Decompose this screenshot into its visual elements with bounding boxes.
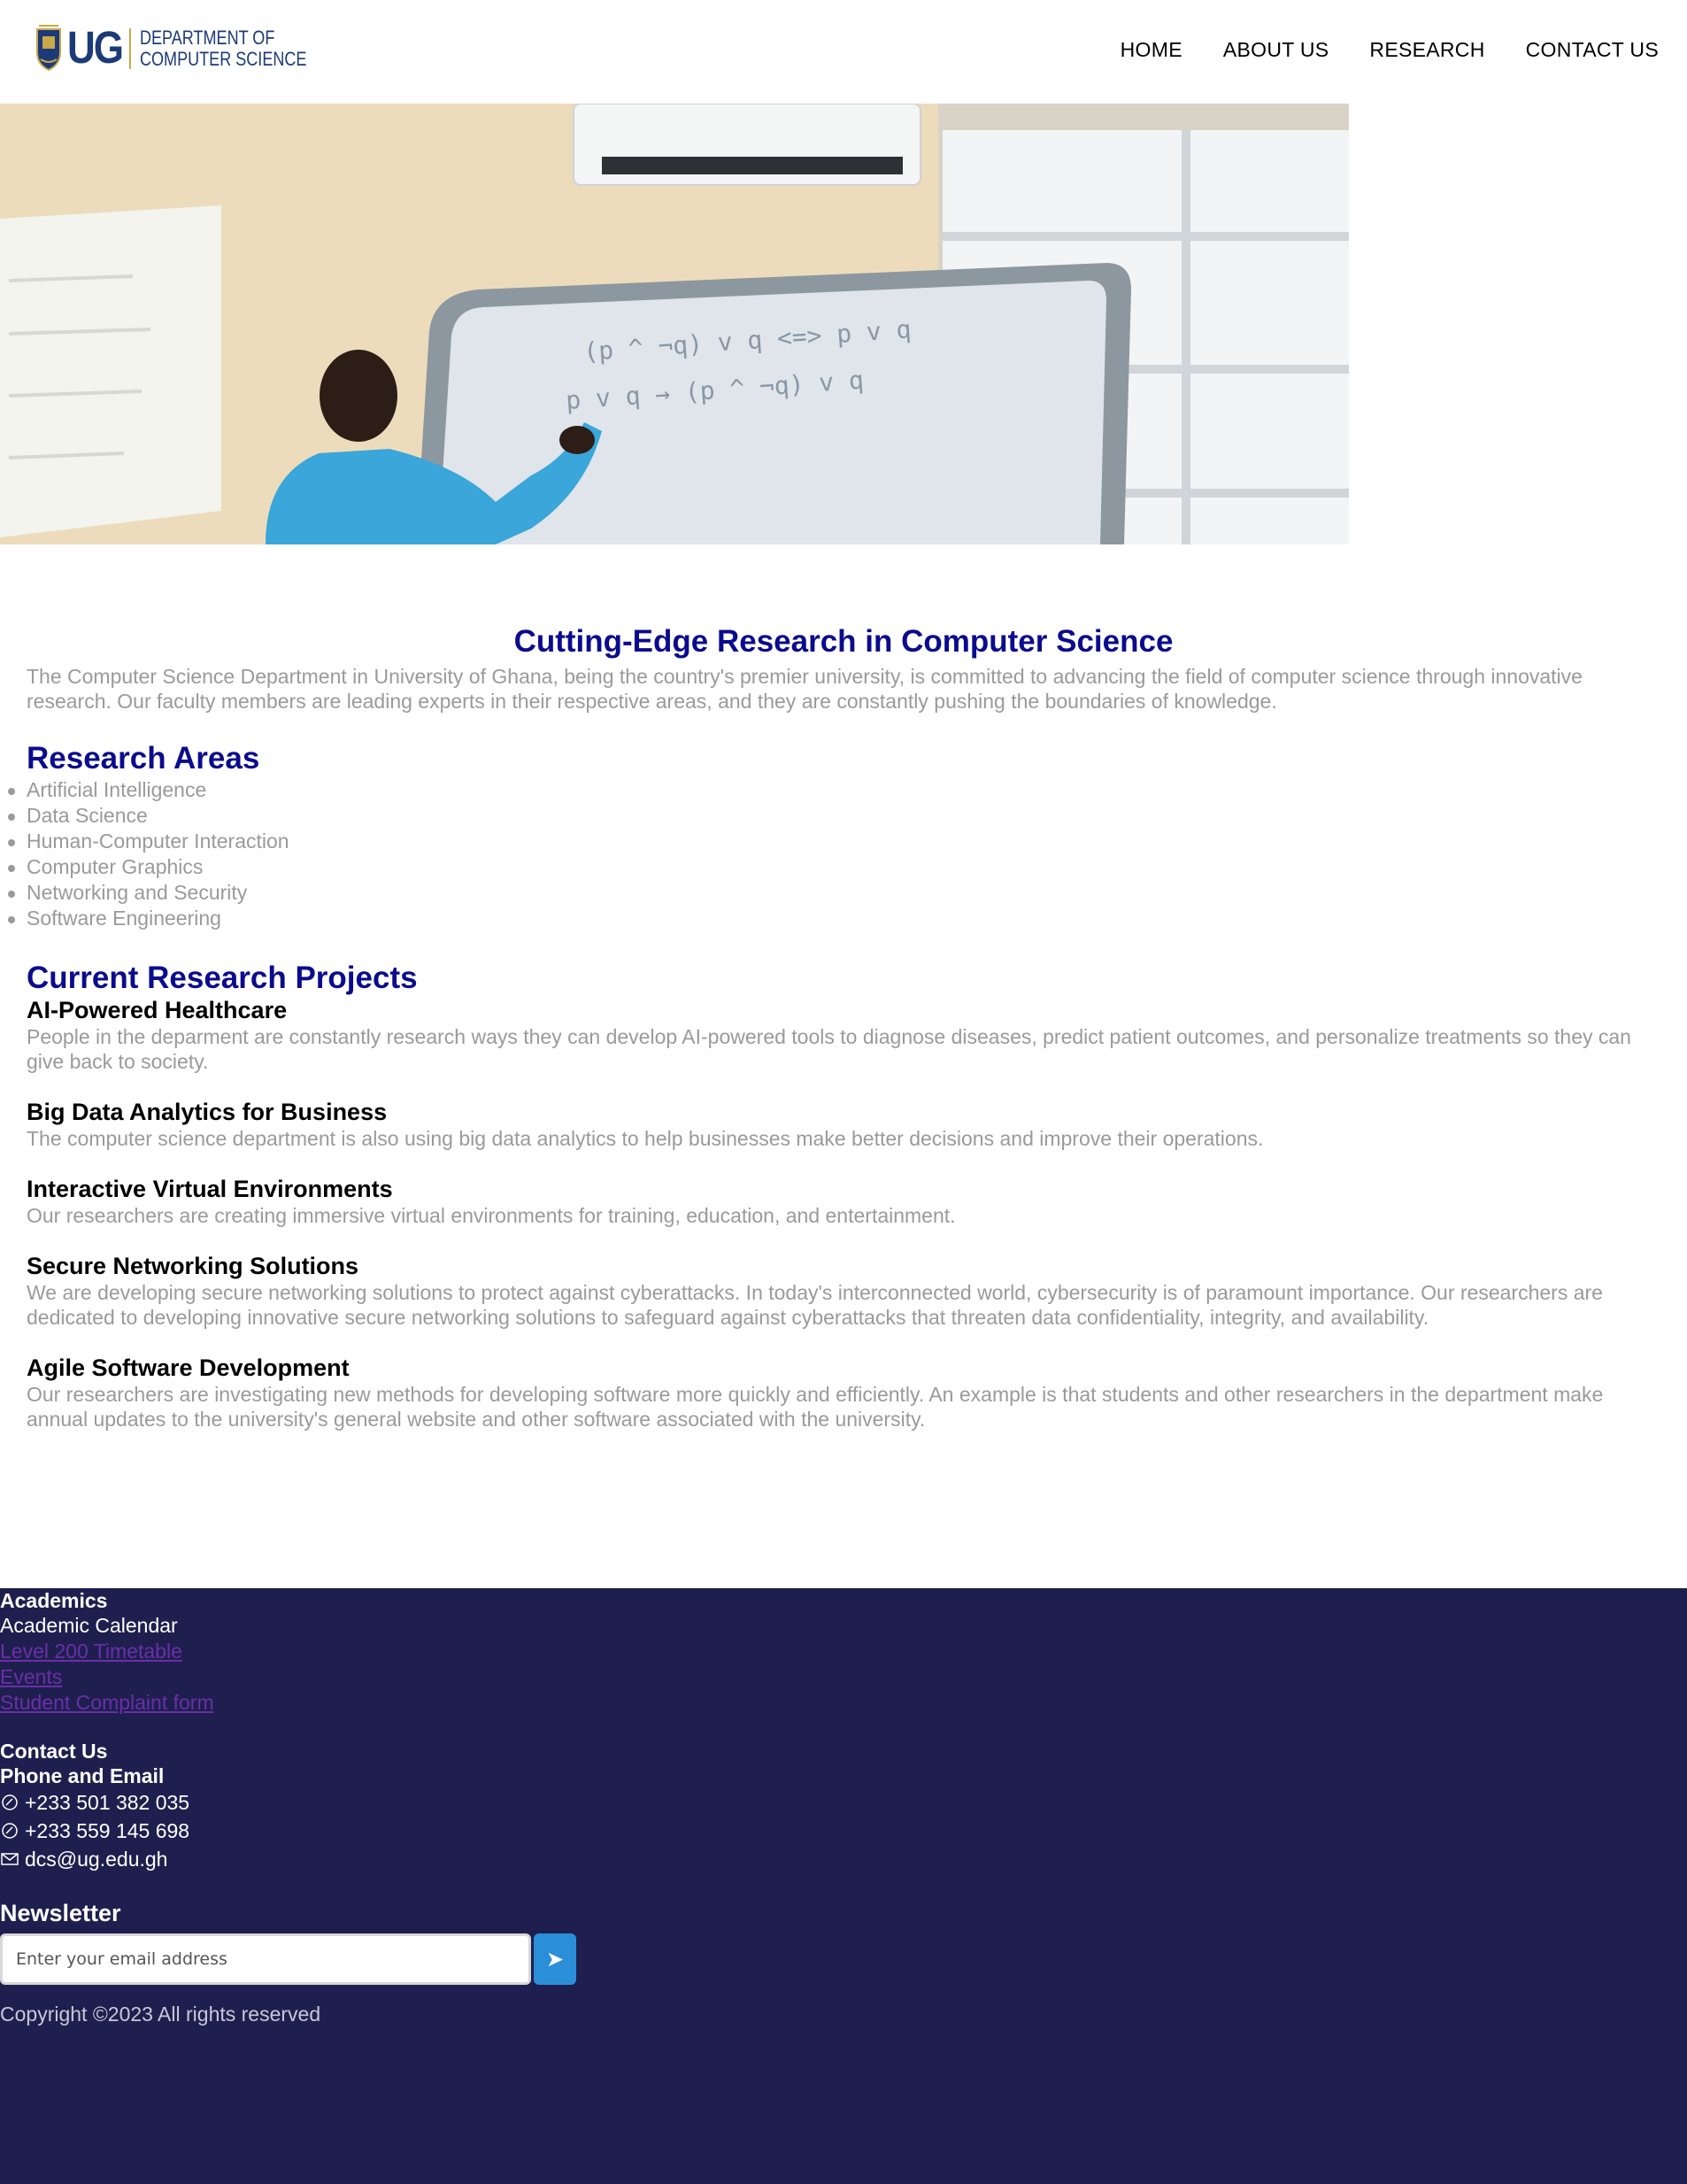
newsletter-email-input[interactable] bbox=[0, 1933, 531, 1985]
project-title: Agile Software Development bbox=[27, 1354, 350, 1381]
project-description: Our researchers are creating immersive v… bbox=[27, 1204, 956, 1227]
research-areas-title: Research Areas bbox=[27, 741, 260, 776]
project-description: People in the deparment are constantly r… bbox=[27, 1025, 1631, 1073]
academic-calendar-label: Academic Calendar bbox=[0, 1614, 178, 1637]
project-item: Interactive Virtual Environments Our res… bbox=[27, 1176, 1652, 1228]
hero-image: (p ^ ¬q) v q <=> p v q p v q → (p ^ ¬q) … bbox=[0, 104, 1349, 544]
phone-number: +233 559 145 698 bbox=[25, 1819, 190, 1842]
phone-email-title: Phone and Email bbox=[0, 1764, 165, 1787]
events-link[interactable]: Events bbox=[0, 1664, 214, 1690]
logo-divider bbox=[129, 28, 131, 69]
email-address: dcs@ug.edu.gh bbox=[25, 1848, 168, 1871]
newsletter-form: ➤ bbox=[0, 1933, 576, 1985]
research-area-item: Data Science bbox=[8, 803, 1687, 829]
send-icon: ➤ bbox=[545, 1947, 565, 1972]
site-header: UG DEPARTMENT OF COMPUTER SCIENCE HOME A… bbox=[0, 0, 1687, 104]
contact-section: Contact Us Phone and Email +233 501 382 … bbox=[0, 1739, 189, 1873]
newsletter-submit-button[interactable]: ➤ bbox=[534, 1933, 576, 1985]
project-description: We are developing secure networking solu… bbox=[27, 1281, 1603, 1329]
logo-text: DEPARTMENT OF COMPUTER SCIENCE bbox=[140, 27, 306, 70]
nav-research[interactable]: RESEARCH bbox=[1369, 38, 1484, 62]
main-nav: HOME ABOUT US RESEARCH CONTACT US bbox=[1121, 38, 1659, 62]
site-footer: Academics Academic Calendar Level 200 Ti… bbox=[0, 1588, 1687, 2184]
page-title: Cutting-Edge Research in Computer Scienc… bbox=[513, 624, 1174, 659]
research-area-item: Software Engineering bbox=[8, 906, 1687, 931]
project-title: AI-Powered Healthcare bbox=[27, 997, 288, 1023]
project-title: Secure Networking Solutions bbox=[27, 1253, 359, 1279]
student-complaint-form-link[interactable]: Student Complaint form bbox=[0, 1690, 214, 1716]
phone-row: +233 501 382 035 bbox=[0, 1788, 189, 1817]
mail-icon bbox=[0, 1849, 19, 1869]
project-description: Our researchers are investigating new me… bbox=[27, 1383, 1604, 1431]
project-description: The computer science department is also … bbox=[27, 1127, 1264, 1150]
project-title: Big Data Analytics for Business bbox=[27, 1099, 388, 1125]
phone-number: +233 501 382 035 bbox=[25, 1791, 190, 1814]
phone-icon bbox=[0, 1793, 19, 1812]
research-area-item: Human-Computer Interaction bbox=[8, 829, 1687, 854]
research-projects-section: Current Research Projects AI-Powered Hea… bbox=[0, 960, 1687, 1432]
main-content: Cutting-Edge Research in Computer Scienc… bbox=[0, 620, 1687, 1456]
phone-icon bbox=[0, 1821, 19, 1841]
research-area-item: Artificial Intelligence bbox=[8, 777, 1687, 803]
logo-line-2: COMPUTER SCIENCE bbox=[140, 48, 307, 70]
copyright-text: Copyright ©2023 All rights reserved bbox=[0, 2003, 321, 2026]
nav-contact-us[interactable]: CONTACT US bbox=[1526, 38, 1659, 62]
research-areas-list: Artificial Intelligence Data Science Hum… bbox=[8, 777, 1687, 931]
project-item: AI-Powered Healthcare People in the depa… bbox=[27, 997, 1652, 1074]
academics-title: Academics bbox=[0, 1589, 108, 1612]
research-area-item: Networking and Security bbox=[8, 880, 1687, 906]
nav-about-us[interactable]: ABOUT US bbox=[1223, 38, 1329, 62]
nav-home[interactable]: HOME bbox=[1121, 38, 1182, 62]
project-item: Agile Software Development Our researche… bbox=[27, 1354, 1652, 1432]
project-item: Big Data Analytics for Business The comp… bbox=[27, 1099, 1652, 1151]
logo[interactable]: UG DEPARTMENT OF COMPUTER SCIENCE bbox=[35, 21, 343, 76]
project-item: Secure Networking Solutions We are devel… bbox=[27, 1253, 1652, 1330]
academics-section: Academics Academic Calendar Level 200 Ti… bbox=[0, 1588, 214, 1716]
email-row: dcs@ug.edu.gh bbox=[0, 1845, 189, 1873]
intro-paragraph: The Computer Science Department in Unive… bbox=[27, 665, 1583, 713]
contact-title: Contact Us bbox=[0, 1740, 108, 1763]
newsletter-section: Newsletter ➤ bbox=[0, 1898, 576, 1985]
crest-icon bbox=[36, 25, 61, 72]
logo-line-1: DEPARTMENT OF bbox=[140, 27, 275, 49]
logo-abbr: UG bbox=[67, 23, 124, 73]
level-200-timetable-link[interactable]: Level 200 Timetable bbox=[0, 1639, 214, 1664]
newsletter-title: Newsletter bbox=[0, 1900, 121, 1926]
research-projects-title: Current Research Projects bbox=[27, 961, 418, 995]
phone-row: +233 559 145 698 bbox=[0, 1817, 189, 1845]
research-area-item: Computer Graphics bbox=[8, 854, 1687, 880]
research-areas-section: Research Areas Artificial Intelligence D… bbox=[0, 740, 1687, 931]
project-title: Interactive Virtual Environments bbox=[27, 1176, 393, 1202]
lecturer-at-whiteboard-illustration: (p ^ ¬q) v q <=> p v q p v q → (p ^ ¬q) … bbox=[0, 104, 1349, 544]
